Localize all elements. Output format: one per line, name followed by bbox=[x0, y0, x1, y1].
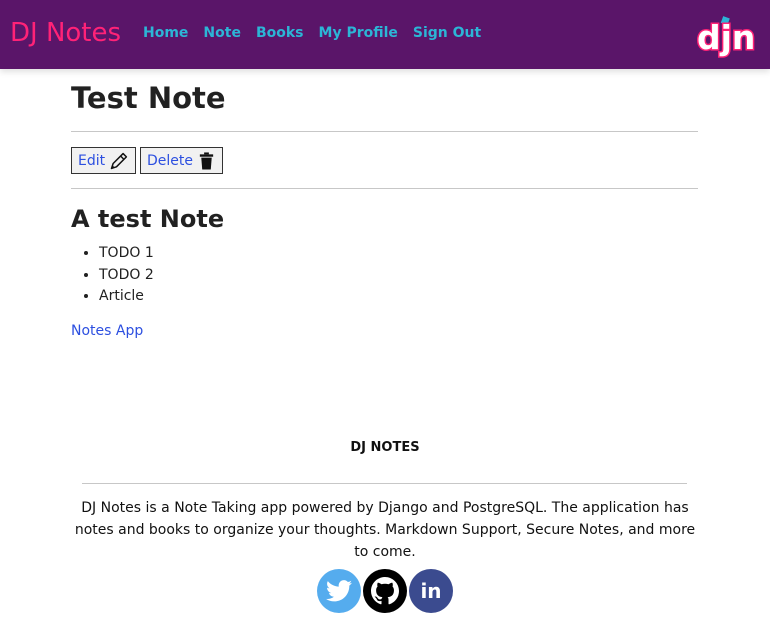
top-navbar: DJ Notes Home Note Books My Profile Sign… bbox=[0, 0, 770, 69]
twitter-link[interactable] bbox=[317, 569, 361, 613]
nav-profile-link[interactable]: My Profile bbox=[319, 25, 398, 41]
djn-logo: djn bbox=[696, 16, 757, 58]
edit-label: Edit bbox=[78, 152, 106, 169]
footer: DJ NOTES DJ Notes is a Note Taking app p… bbox=[0, 440, 770, 613]
nav-home-link[interactable]: Home bbox=[143, 25, 188, 41]
pencil-icon bbox=[110, 152, 128, 169]
delete-button[interactable]: Delete bbox=[140, 147, 223, 174]
svg-text:djn: djn bbox=[697, 18, 755, 57]
trash-icon bbox=[199, 151, 214, 170]
edit-button[interactable]: Edit bbox=[71, 147, 136, 174]
social-links: in bbox=[317, 569, 455, 613]
twitter-icon bbox=[326, 580, 352, 602]
footer-description: DJ Notes is a Note Taking app powered by… bbox=[74, 500, 696, 560]
delete-label: Delete bbox=[147, 152, 193, 169]
nav-books-link[interactable]: Books bbox=[256, 25, 304, 41]
brand-link[interactable]: DJ Notes bbox=[10, 18, 121, 48]
footer-title: DJ NOTES bbox=[350, 440, 420, 455]
note-actions: Edit Delete bbox=[71, 147, 227, 174]
list-item: Article bbox=[99, 286, 154, 308]
linkedin-link[interactable]: in bbox=[409, 569, 453, 613]
footer-divider bbox=[82, 483, 687, 484]
nav-signout-link[interactable]: Sign Out bbox=[413, 25, 481, 41]
note-content: Test Note Edit Delete A test Note TODO 1… bbox=[71, 80, 698, 339]
nav-note-link[interactable]: Note bbox=[203, 25, 241, 41]
github-link[interactable] bbox=[363, 569, 407, 613]
list-item: TODO 1 bbox=[99, 243, 154, 265]
github-icon bbox=[371, 577, 399, 605]
list-item: TODO 2 bbox=[99, 265, 154, 287]
linkedin-icon: in bbox=[420, 579, 442, 603]
nav-links: Home Note Books My Profile Sign Out bbox=[143, 25, 496, 41]
divider bbox=[71, 131, 698, 132]
note-title: Test Note bbox=[71, 81, 226, 115]
notes-app-link[interactable]: Notes App bbox=[71, 323, 143, 339]
note-list: TODO 1 TODO 2 Article bbox=[99, 243, 154, 308]
note-heading: A test Note bbox=[71, 205, 225, 233]
divider bbox=[71, 188, 698, 189]
